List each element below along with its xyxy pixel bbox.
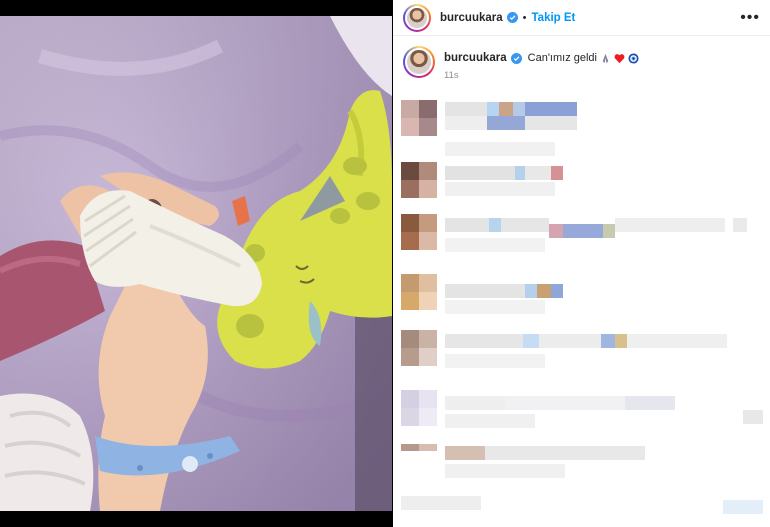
post-caption: burcuukara Can'ımız geldi 11s: [393, 36, 770, 81]
instagram-post: burcuukara • Takip Et ••• burcuukara Can…: [0, 0, 770, 527]
follow-button[interactable]: Takip Et: [532, 12, 576, 24]
praying-hands-emoji: [602, 53, 609, 63]
post-photo[interactable]: [0, 16, 392, 511]
caption-text: Can'ımız geldi: [527, 52, 597, 64]
comment-avatar: [401, 274, 437, 310]
caption-avatar[interactable]: [403, 46, 435, 78]
more-options-icon[interactable]: •••: [740, 9, 760, 26]
comment-avatar: [401, 390, 437, 426]
comment-avatar: [401, 214, 437, 250]
post-sidebar: burcuukara • Takip Et ••• burcuukara Can…: [393, 0, 770, 527]
evil-eye-emoji: [628, 52, 639, 64]
comment-avatar: [401, 100, 437, 136]
baby-hand-photo: [0, 16, 392, 511]
post-timestamp: 11s: [444, 70, 459, 81]
username-link[interactable]: burcuukara: [440, 12, 503, 24]
comment-avatar: [401, 162, 437, 198]
comments-list: [393, 92, 770, 527]
red-heart-emoji: [614, 53, 625, 63]
caption-username[interactable]: burcuukara: [444, 52, 507, 64]
post-header: burcuukara • Takip Et •••: [393, 0, 770, 36]
avatar[interactable]: [403, 3, 431, 32]
verified-badge-icon: [510, 52, 522, 64]
separator-dot: •: [522, 11, 527, 24]
comment-avatar: [401, 330, 437, 366]
verified-badge-icon: [506, 12, 518, 23]
comment-avatar: [401, 444, 437, 458]
